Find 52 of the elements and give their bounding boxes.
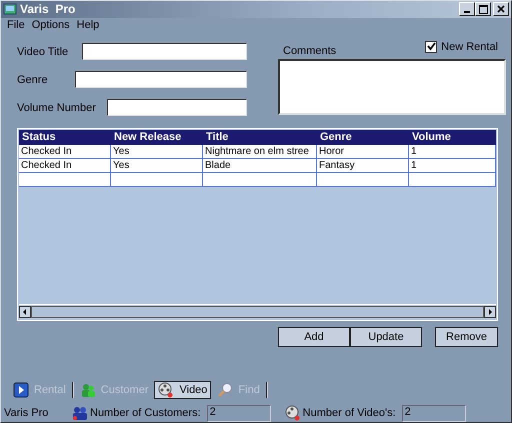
scroll-left-icon[interactable] — [19, 306, 31, 318]
checkbox-label: New Rental — [441, 40, 498, 53]
status-text: Varis Pro — [4, 407, 50, 420]
column-header[interactable]: Title — [203, 130, 317, 145]
table-cell: Yes — [111, 144, 203, 159]
table-cell: Nightmare on elm stree — [203, 144, 317, 159]
input-field[interactable] — [107, 99, 247, 116]
field-label: Video Title — [17, 46, 68, 58]
film-reel-icon — [158, 382, 174, 398]
scroll-right-icon[interactable] — [484, 306, 496, 318]
table-cell: Blade — [203, 158, 317, 173]
column-header[interactable]: Status — [19, 130, 111, 145]
input-field[interactable] — [82, 43, 247, 60]
people-icon — [72, 405, 88, 422]
minimize-button[interactable] — [459, 2, 475, 16]
menu-item[interactable]: File — [7, 19, 25, 32]
action-button[interactable]: Add — [278, 327, 350, 348]
people-icon — [80, 382, 96, 398]
table-cell: Yes — [111, 158, 203, 173]
close-button[interactable] — [493, 2, 509, 16]
close-icon — [497, 5, 505, 14]
input-field[interactable] — [75, 71, 247, 88]
column-header[interactable]: Genre — [317, 130, 409, 145]
checkbox[interactable] — [425, 40, 438, 53]
action-button[interactable]: Update — [350, 327, 422, 348]
status-value: 2 — [402, 404, 466, 422]
comments-field[interactable] — [278, 58, 506, 115]
status-label: Number of Customers: — [90, 407, 201, 420]
table-cell: Horor — [317, 144, 409, 159]
field-label: Genre — [17, 74, 48, 86]
field-label: Volume Number — [17, 102, 96, 114]
table-cell: 1 — [409, 144, 496, 159]
action-button[interactable]: Remove — [435, 327, 498, 348]
app-icon — [3, 2, 17, 16]
table-cell: Checked In — [19, 144, 111, 159]
column-header[interactable]: New Release — [111, 130, 203, 145]
status-label: Number of Video's: — [302, 407, 396, 420]
menu-item[interactable]: Options — [32, 19, 70, 32]
maximize-icon — [478, 4, 488, 14]
film-icon — [13, 382, 29, 398]
table-cell: 1 — [409, 158, 496, 173]
table-cell: Checked In — [19, 158, 111, 173]
table-cell: Fantasy — [317, 158, 409, 173]
field-label: Comments — [282, 44, 336, 57]
column-header[interactable]: Volume — [409, 130, 496, 145]
search-icon — [217, 382, 234, 398]
menu-item[interactable]: Help — [76, 19, 100, 32]
toolbar-button[interactable]: Video — [154, 381, 212, 400]
status-value: 2 — [206, 404, 271, 422]
horizontal-scrollbar[interactable] — [19, 304, 496, 320]
window-title: Varis Pro — [20, 2, 76, 16]
maximize-button[interactable] — [475, 2, 491, 16]
